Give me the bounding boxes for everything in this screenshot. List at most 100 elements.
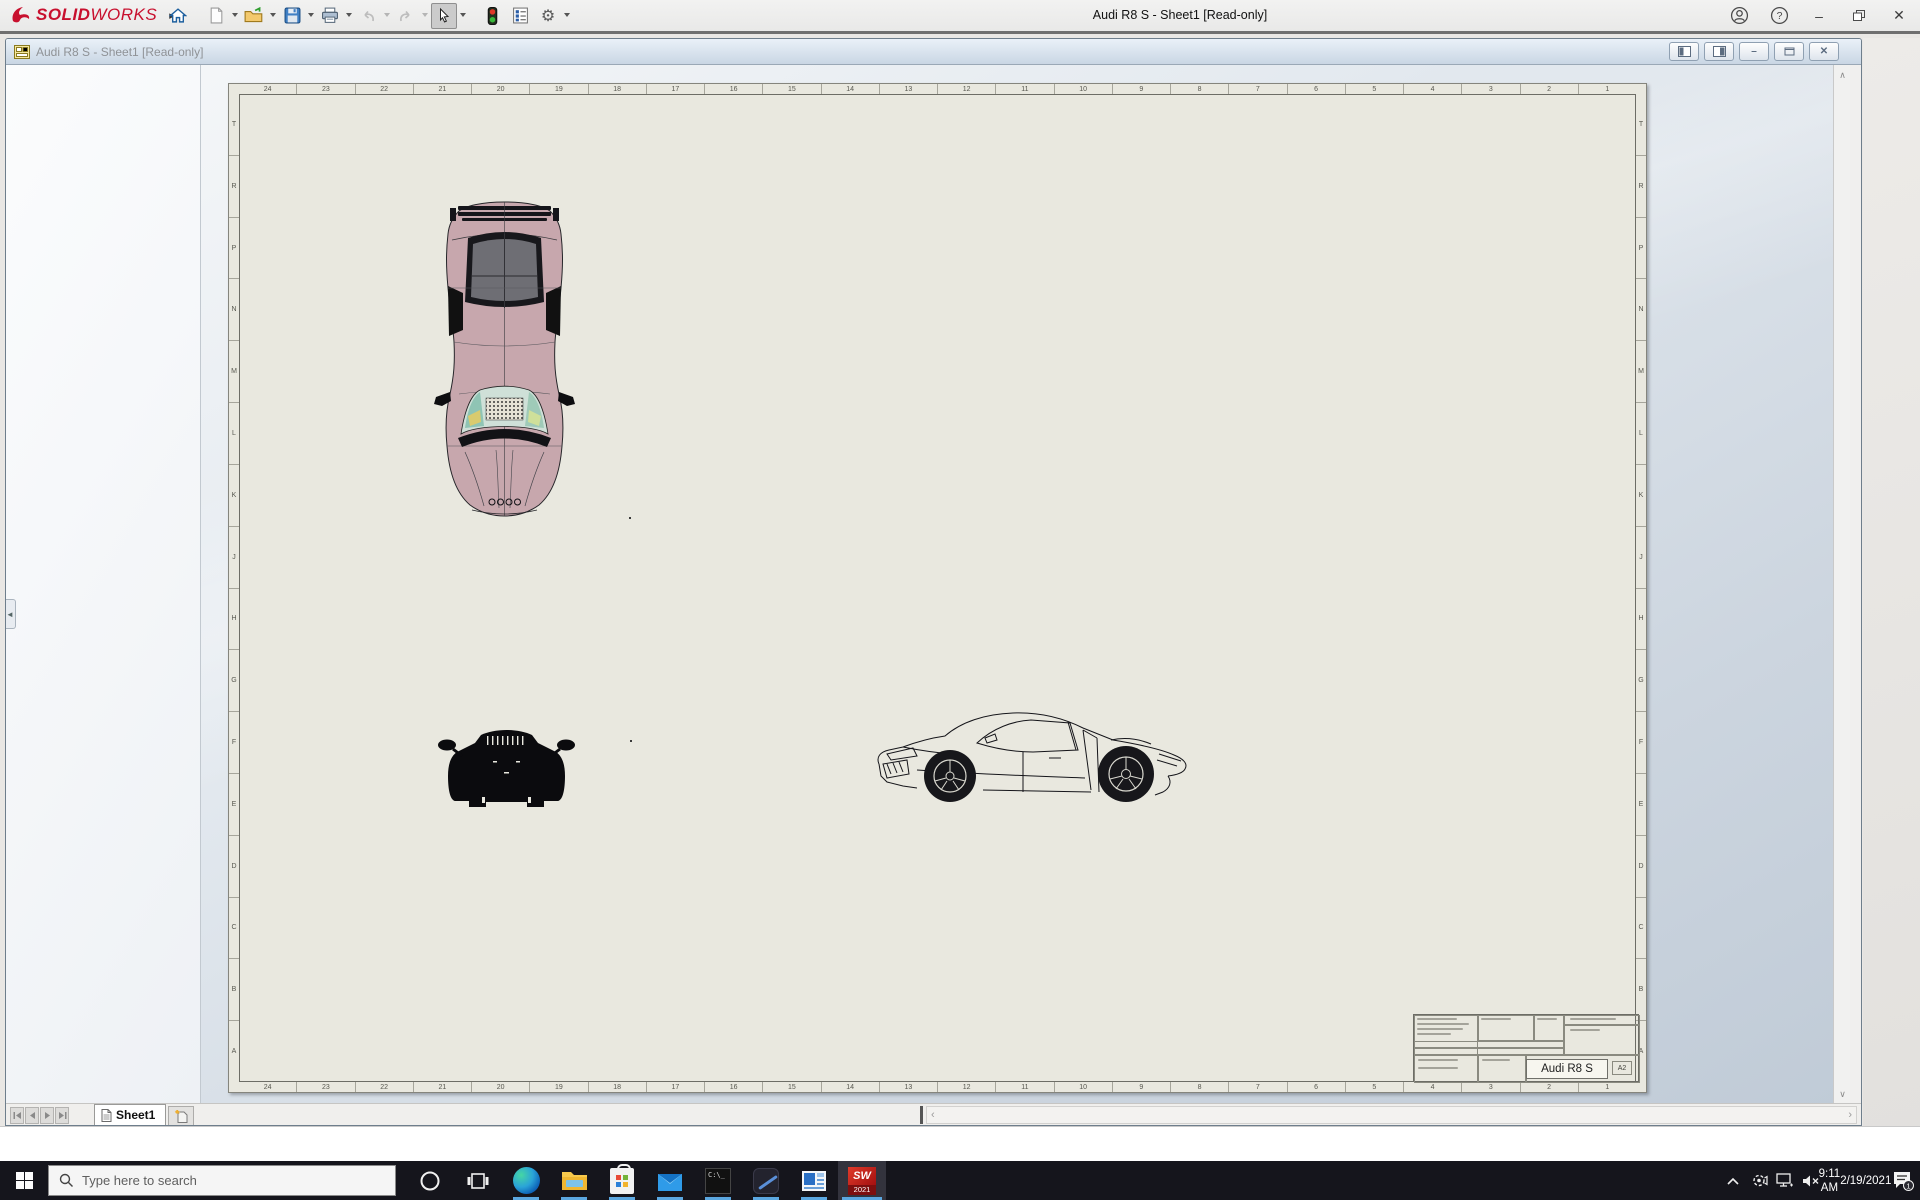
title-block-row (1414, 1041, 1564, 1048)
zone-label-right: F (1636, 711, 1646, 773)
zone-label-bottom: 7 (1228, 1082, 1286, 1092)
redo-button[interactable] (393, 3, 419, 29)
scroll-up-icon[interactable]: ∧ (1834, 67, 1850, 83)
document-titlebar[interactable]: Audi R8 S - Sheet1 [Read-only] – ✕ (6, 39, 1861, 65)
new-document-button[interactable] (203, 3, 229, 29)
tab-area-splitter[interactable] (920, 1106, 923, 1124)
taskbar-mail[interactable] (646, 1161, 694, 1200)
horizontal-scrollbar[interactable]: ‹ › (926, 1106, 1857, 1124)
print-dropdown[interactable] (346, 13, 352, 20)
taskbar-search[interactable]: Type here to search (48, 1165, 396, 1196)
sheet-tab-bar: Sheet1 ‹ › (6, 1103, 1861, 1125)
drawing-view-top[interactable] (432, 200, 577, 518)
taskbar-cortana[interactable] (406, 1161, 454, 1200)
vertical-scrollbar[interactable]: ∧ ∨ (1833, 65, 1850, 1104)
feature-manager-panel[interactable] (6, 65, 201, 1104)
pane-left-button[interactable] (1669, 42, 1699, 61)
print-button[interactable] (317, 3, 343, 29)
taskbar-file-explorer[interactable] (550, 1161, 598, 1200)
zone-label-top: 7 (1228, 84, 1286, 94)
save-button[interactable] (279, 3, 305, 29)
save-dropdown[interactable] (308, 13, 314, 20)
taskbar-dark-hex-app[interactable] (742, 1161, 790, 1200)
new-document-dropdown[interactable] (232, 13, 238, 20)
user-account-button[interactable] (1726, 4, 1752, 28)
notification-center-button[interactable]: 1 (1886, 1161, 1920, 1200)
select-tool-dropdown[interactable] (460, 13, 466, 20)
undo-button[interactable] (355, 3, 381, 29)
drawing-view-side[interactable] (873, 708, 1195, 805)
zone-label-top: 12 (937, 84, 995, 94)
zone-label-top: 18 (587, 84, 646, 94)
zone-label-left: E (229, 772, 239, 835)
drawing-viewport[interactable]: 24 23 22 21 20 19 18 17 16 15 14 13 12 11 10 9 8 7 6 5 4 3 2 1 … (201, 65, 1850, 1104)
zone-label-top: 14 (820, 84, 879, 94)
title-block-sheet-size: A2 (1612, 1061, 1632, 1075)
first-sheet-button[interactable] (10, 1107, 24, 1124)
zone-label-bottom: 5 (1344, 1082, 1403, 1092)
zone-label-top: 20 (471, 84, 529, 94)
home-button[interactable] (165, 3, 191, 29)
taskbar-window-app[interactable] (790, 1161, 838, 1200)
network-button[interactable] (1772, 1161, 1798, 1200)
doc-minimize-button[interactable]: – (1739, 42, 1769, 61)
start-button[interactable] (0, 1161, 48, 1200)
task-view-icon (467, 1172, 489, 1189)
zone-label-bottom: 20 (471, 1082, 529, 1092)
zone-band-bottom: 24 23 22 21 20 19 18 17 16 15 14 13 12 11 10 9 8 7 6 5 4 3 2 1 (239, 1082, 1636, 1092)
taskbar-task-view[interactable] (454, 1161, 502, 1200)
pane-right-button[interactable] (1704, 42, 1734, 61)
zone-label-top: 15 (762, 84, 820, 94)
document-properties-button[interactable] (507, 3, 533, 29)
open-button[interactable] (241, 3, 267, 29)
add-sheet-button[interactable] (168, 1106, 195, 1125)
prev-icon (29, 1112, 35, 1119)
drawing-view-front[interactable] (435, 712, 578, 809)
solidworks-logo[interactable]: SOLIDWORKS ▸ (10, 5, 175, 25)
doc-restore-button[interactable] (1774, 42, 1804, 61)
zone-label-right: L (1636, 402, 1646, 464)
last-icon (58, 1112, 66, 1119)
help-button[interactable]: ? (1766, 4, 1792, 28)
next-sheet-button[interactable] (40, 1107, 54, 1124)
zone-label-bottom: 16 (704, 1082, 762, 1092)
restore-button[interactable] (1846, 4, 1872, 28)
close-button[interactable]: ✕ (1886, 4, 1912, 28)
restore-icon (1853, 10, 1865, 21)
meet-now-button[interactable] (1746, 1161, 1772, 1200)
tab-sheet1[interactable]: Sheet1 (94, 1104, 167, 1125)
app-title: Audi R8 S - Sheet1 [Read-only] (1092, 8, 1268, 22)
options-dropdown[interactable] (564, 13, 570, 20)
undo-dropdown[interactable] (384, 13, 390, 20)
document-window-controls: – ✕ (1669, 42, 1839, 61)
redo-dropdown[interactable] (422, 13, 428, 20)
hidden-icons-chevron[interactable] (1720, 1161, 1746, 1200)
scroll-left-icon[interactable]: ‹ (931, 1109, 935, 1121)
zone-label-bottom: 23 (296, 1082, 354, 1092)
taskbar-command-prompt[interactable]: C:\_ (694, 1161, 742, 1200)
taskbar-solidworks-2021[interactable]: SW 2021 (838, 1161, 886, 1200)
taskbar-edge[interactable] (502, 1161, 550, 1200)
performance-evaluation-button[interactable] (479, 3, 505, 29)
scroll-right-icon[interactable]: › (1848, 1109, 1852, 1121)
doc-close-button[interactable]: ✕ (1809, 42, 1839, 61)
taskbar-clock[interactable]: 9:11 AM 2/19/2021 (1819, 1161, 1892, 1200)
title-block[interactable]: Audi R8 S A2 (1413, 1014, 1640, 1083)
view-origin-dot (629, 517, 631, 519)
last-sheet-button[interactable] (55, 1107, 69, 1124)
quick-access-toolbar: ⚙ (165, 0, 571, 31)
panel-collapse-handle[interactable]: ◄ (6, 599, 16, 629)
title-block-part-name: Audi R8 S (1526, 1059, 1608, 1079)
gear-icon: ⚙ (540, 7, 556, 25)
zone-label-left: J (229, 525, 239, 588)
taskbar-microsoft-store[interactable] (598, 1161, 646, 1200)
scroll-down-icon[interactable]: ∨ (1834, 1086, 1850, 1102)
open-dropdown[interactable] (270, 13, 276, 20)
drawing-sheet[interactable]: 24 23 22 21 20 19 18 17 16 15 14 13 12 11 10 9 8 7 6 5 4 3 2 1 … (228, 83, 1647, 1093)
select-tool-button[interactable] (431, 2, 457, 29)
zone-label-bottom: 22 (354, 1082, 413, 1092)
minimize-button[interactable]: – (1806, 4, 1832, 28)
options-button[interactable]: ⚙ (535, 3, 561, 29)
dark-hex-app-icon (753, 1167, 779, 1194)
prev-sheet-button[interactable] (25, 1107, 39, 1124)
